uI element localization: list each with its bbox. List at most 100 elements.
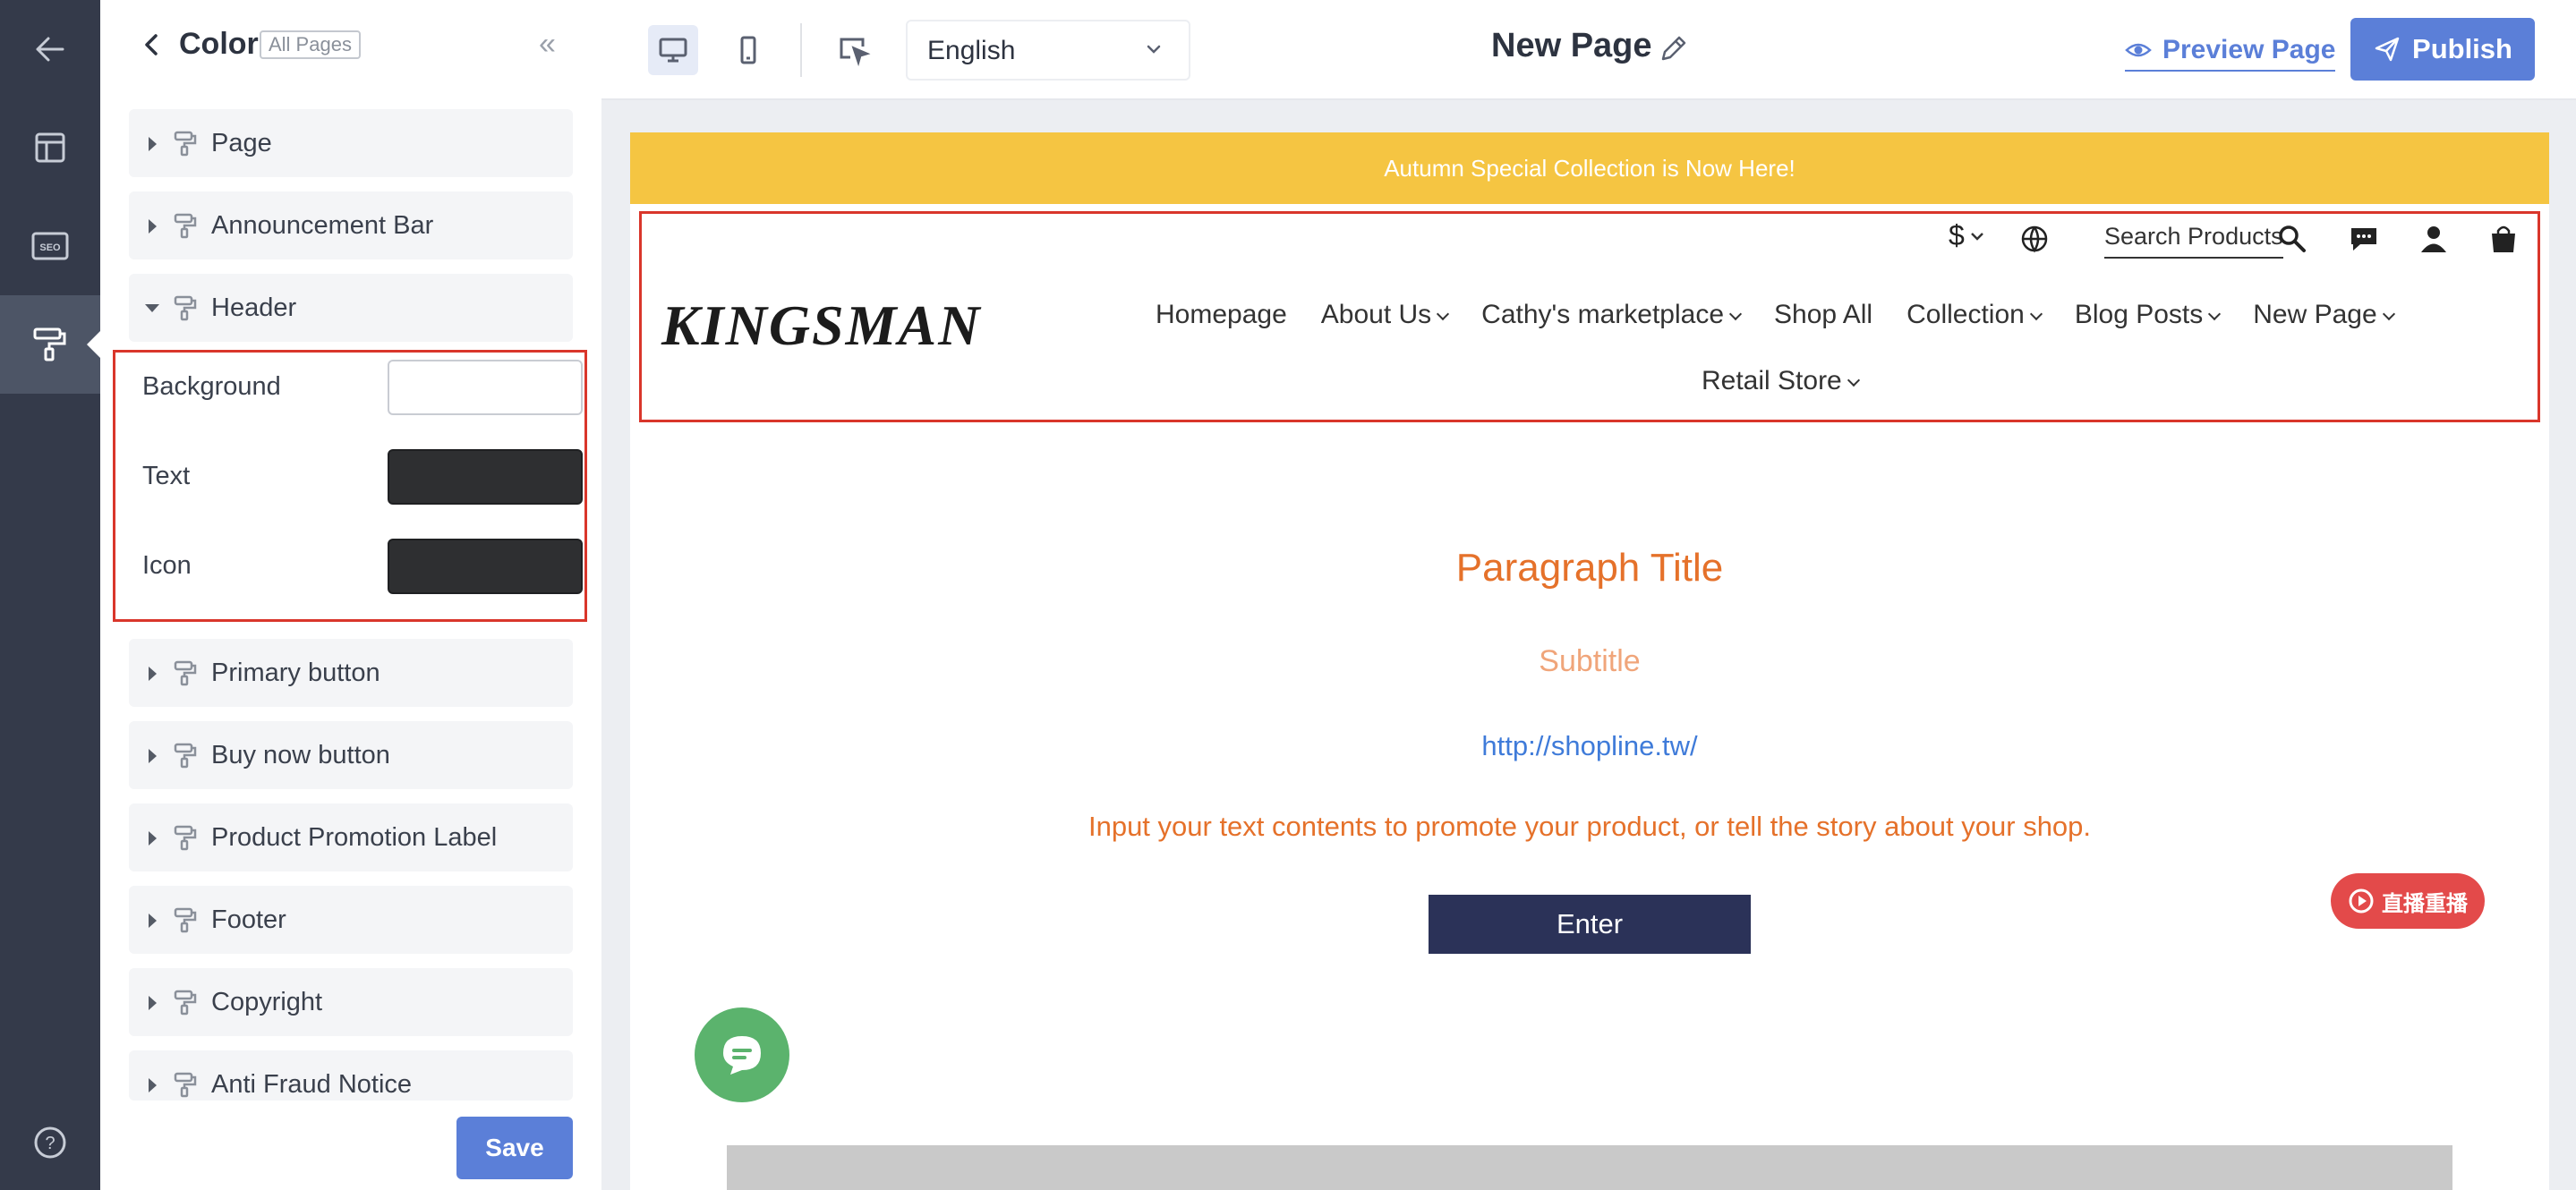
paint-roller-icon	[174, 825, 197, 851]
chevron-down-icon	[2382, 307, 2395, 321]
nav-item-new-page[interactable]: New Page	[2253, 300, 2395, 330]
back-button[interactable]	[0, 0, 100, 98]
currency-selector[interactable]: $	[1949, 219, 1986, 252]
site-logo[interactable]: KINGSMAN	[661, 293, 981, 359]
text-color-swatch[interactable]	[388, 449, 583, 505]
section-product-promotion-label[interactable]: Product Promotion Label	[129, 803, 573, 871]
chevron-down-icon	[1437, 307, 1450, 321]
nav-item-collection[interactable]: Collection	[1906, 300, 2043, 330]
paint-roller-icon	[174, 213, 197, 239]
announcement-bar[interactable]: Autumn Special Collection is Now Here!	[630, 132, 2549, 204]
section-label: Page	[211, 129, 272, 157]
user-icon[interactable]	[2418, 223, 2450, 255]
nav-label: Homepage	[1156, 300, 1287, 329]
globe-icon[interactable]	[2018, 223, 2051, 255]
desktop-icon	[659, 38, 687, 63]
help-icon: ?	[34, 1126, 66, 1159]
background-color-row: Background	[142, 360, 583, 417]
paragraph-body[interactable]: Input your text contents to promote your…	[630, 811, 2549, 843]
icon-color-swatch[interactable]	[388, 539, 583, 594]
collapse-panel-icon[interactable]: «	[539, 29, 556, 59]
paint-roller-icon	[174, 743, 197, 769]
section-announcement-bar[interactable]: Announcement Bar	[129, 191, 573, 259]
select-element-button[interactable]	[829, 25, 879, 75]
chat-icon[interactable]	[2348, 223, 2380, 255]
nav-item-blog-posts[interactable]: Blog Posts	[2075, 300, 2222, 330]
shopping-bag-icon[interactable]	[2487, 223, 2520, 255]
mobile-view-button[interactable]	[723, 25, 773, 75]
paragraph-title[interactable]: Paragraph Title	[630, 546, 2549, 591]
arrow-left-icon	[36, 37, 64, 62]
nav-item-homepage[interactable]: Homepage	[1156, 300, 1287, 330]
nav-item-shop-all[interactable]: Shop All	[1774, 300, 1872, 330]
scope-badge: All Pages	[260, 30, 361, 59]
nav-item-about-us[interactable]: About Us	[1321, 300, 1450, 330]
language-value: English	[927, 36, 1016, 65]
section-label: Header	[211, 293, 297, 322]
send-icon	[2375, 37, 2400, 62]
preview-label: Preview Page	[2162, 35, 2336, 64]
chevron-left-icon[interactable]	[136, 29, 168, 61]
nav-item-retail-store[interactable]: Retail Store	[1702, 366, 1860, 396]
nav-item-cathys-marketplace[interactable]: Cathy's marketplace	[1481, 300, 1743, 330]
language-select[interactable]: English	[906, 20, 1190, 81]
help-button[interactable]: ?	[0, 1093, 100, 1190]
section-footer[interactable]: Footer	[129, 886, 573, 954]
svg-text:?: ?	[45, 1134, 55, 1153]
publish-button[interactable]: Publish	[2350, 18, 2535, 81]
site-header[interactable]: KINGSMAN $ Search Products Homepage Abou…	[639, 211, 2540, 422]
section-label: Primary button	[211, 659, 380, 687]
layout-button[interactable]	[0, 98, 100, 197]
section-label: Buy now button	[211, 741, 390, 769]
enter-button[interactable]: Enter	[1429, 895, 1751, 954]
eye-icon	[2125, 43, 2152, 57]
paint-roller-icon	[174, 907, 197, 933]
text-color-row: Text	[142, 449, 583, 506]
section-anti-fraud-notice[interactable]: Anti Fraud Notice	[129, 1050, 573, 1101]
section-label: Anti Fraud Notice	[211, 1070, 413, 1099]
caret-right-icon	[149, 667, 157, 681]
paint-roller-icon	[174, 660, 197, 686]
chevron-down-icon	[1147, 45, 1161, 54]
paragraph-link[interactable]: http://shopline.tw/	[630, 730, 2549, 762]
section-buy-now-button[interactable]: Buy now button	[129, 721, 573, 789]
background-color-swatch[interactable]	[388, 360, 583, 415]
image-placeholder[interactable]	[727, 1145, 2452, 1190]
nav-label: Collection	[1906, 300, 2025, 329]
nav-label: Shop All	[1774, 300, 1873, 329]
toolbar-divider	[800, 23, 802, 77]
chat-bubble-icon	[723, 1036, 761, 1075]
search-input[interactable]: Search Products	[2104, 223, 2283, 259]
main-nav: Homepage About Us Cathy's marketplace Sh…	[1156, 300, 2427, 330]
header-color-options: Background Text Icon	[113, 350, 587, 622]
section-header[interactable]: Header	[129, 274, 573, 342]
main-nav-row-2: Retail Store	[1702, 366, 1892, 396]
nav-label: New Page	[2253, 300, 2377, 329]
cursor-select-icon	[840, 38, 871, 67]
save-button[interactable]: Save	[456, 1117, 573, 1179]
paint-roller-icon	[174, 990, 197, 1016]
desktop-view-button[interactable]	[648, 25, 698, 75]
section-label: Footer	[211, 905, 286, 934]
currency-symbol: $	[1949, 219, 1965, 251]
paragraph-subtitle[interactable]: Subtitle	[630, 644, 2549, 679]
search-icon[interactable]	[2276, 223, 2308, 255]
icon-color-row: Icon	[142, 539, 583, 596]
section-copyright[interactable]: Copyright	[129, 968, 573, 1036]
seo-button[interactable]: SEO	[0, 197, 100, 295]
paint-roller-icon	[174, 131, 197, 157]
caret-right-icon	[149, 996, 157, 1010]
caret-right-icon	[149, 749, 157, 763]
section-page[interactable]: Page	[129, 109, 573, 177]
svg-text:SEO: SEO	[39, 242, 61, 253]
color-design-button[interactable]	[0, 295, 100, 394]
row-label: Icon	[142, 551, 192, 580]
pencil-icon[interactable]	[1656, 32, 1690, 66]
section-primary-button[interactable]: Primary button	[129, 639, 573, 707]
chat-button[interactable]	[695, 1007, 789, 1102]
chevron-down-icon	[1847, 373, 1860, 387]
preview-page-button[interactable]: Preview Page	[2125, 30, 2336, 72]
site-preview: Autumn Special Collection is Now Here! K…	[630, 132, 2549, 1190]
live-replay-badge[interactable]: 直播重播	[2331, 873, 2485, 929]
chevron-down-icon	[2208, 307, 2222, 321]
